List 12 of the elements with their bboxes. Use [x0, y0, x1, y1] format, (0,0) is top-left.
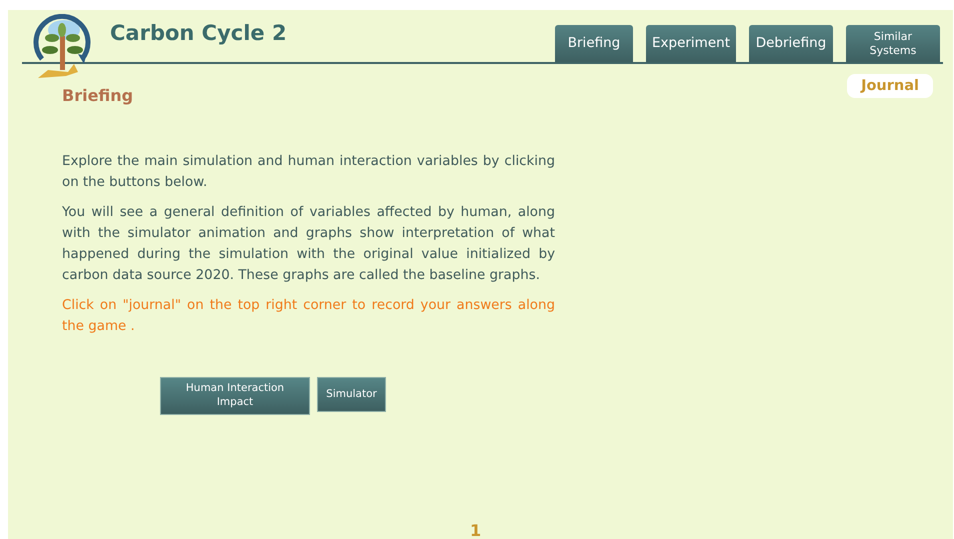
- app-title: Carbon Cycle 2: [110, 21, 288, 45]
- nav-button[interactable]: Simulator: [317, 377, 386, 412]
- instruction-text: Click on "journal" on the top right corner to record your answers along the game .: [62, 297, 555, 336]
- paragraph: Explore the main simulation and human interaction variables by clicking on the buttons below.: [62, 153, 555, 192]
- nav-tab[interactable]: Debriefing: [749, 25, 833, 62]
- nav-tab[interactable]: Experiment: [646, 25, 736, 62]
- nav-tab[interactable]: Briefing: [555, 25, 633, 62]
- page-number: 1: [470, 523, 482, 539]
- paragraph: You will see a general definition of variables affected by human, along with the simulator animation and graphs show interpretation of what happened during the simulation with the original value initialized by carbon data source 2020. These graphs are called the baseline graphs.: [62, 204, 555, 285]
- section-heading: Briefing: [62, 86, 134, 105]
- nav-tab[interactable]: Similar Systems: [846, 25, 940, 62]
- nav-button[interactable]: Human Interaction Impact: [160, 377, 310, 415]
